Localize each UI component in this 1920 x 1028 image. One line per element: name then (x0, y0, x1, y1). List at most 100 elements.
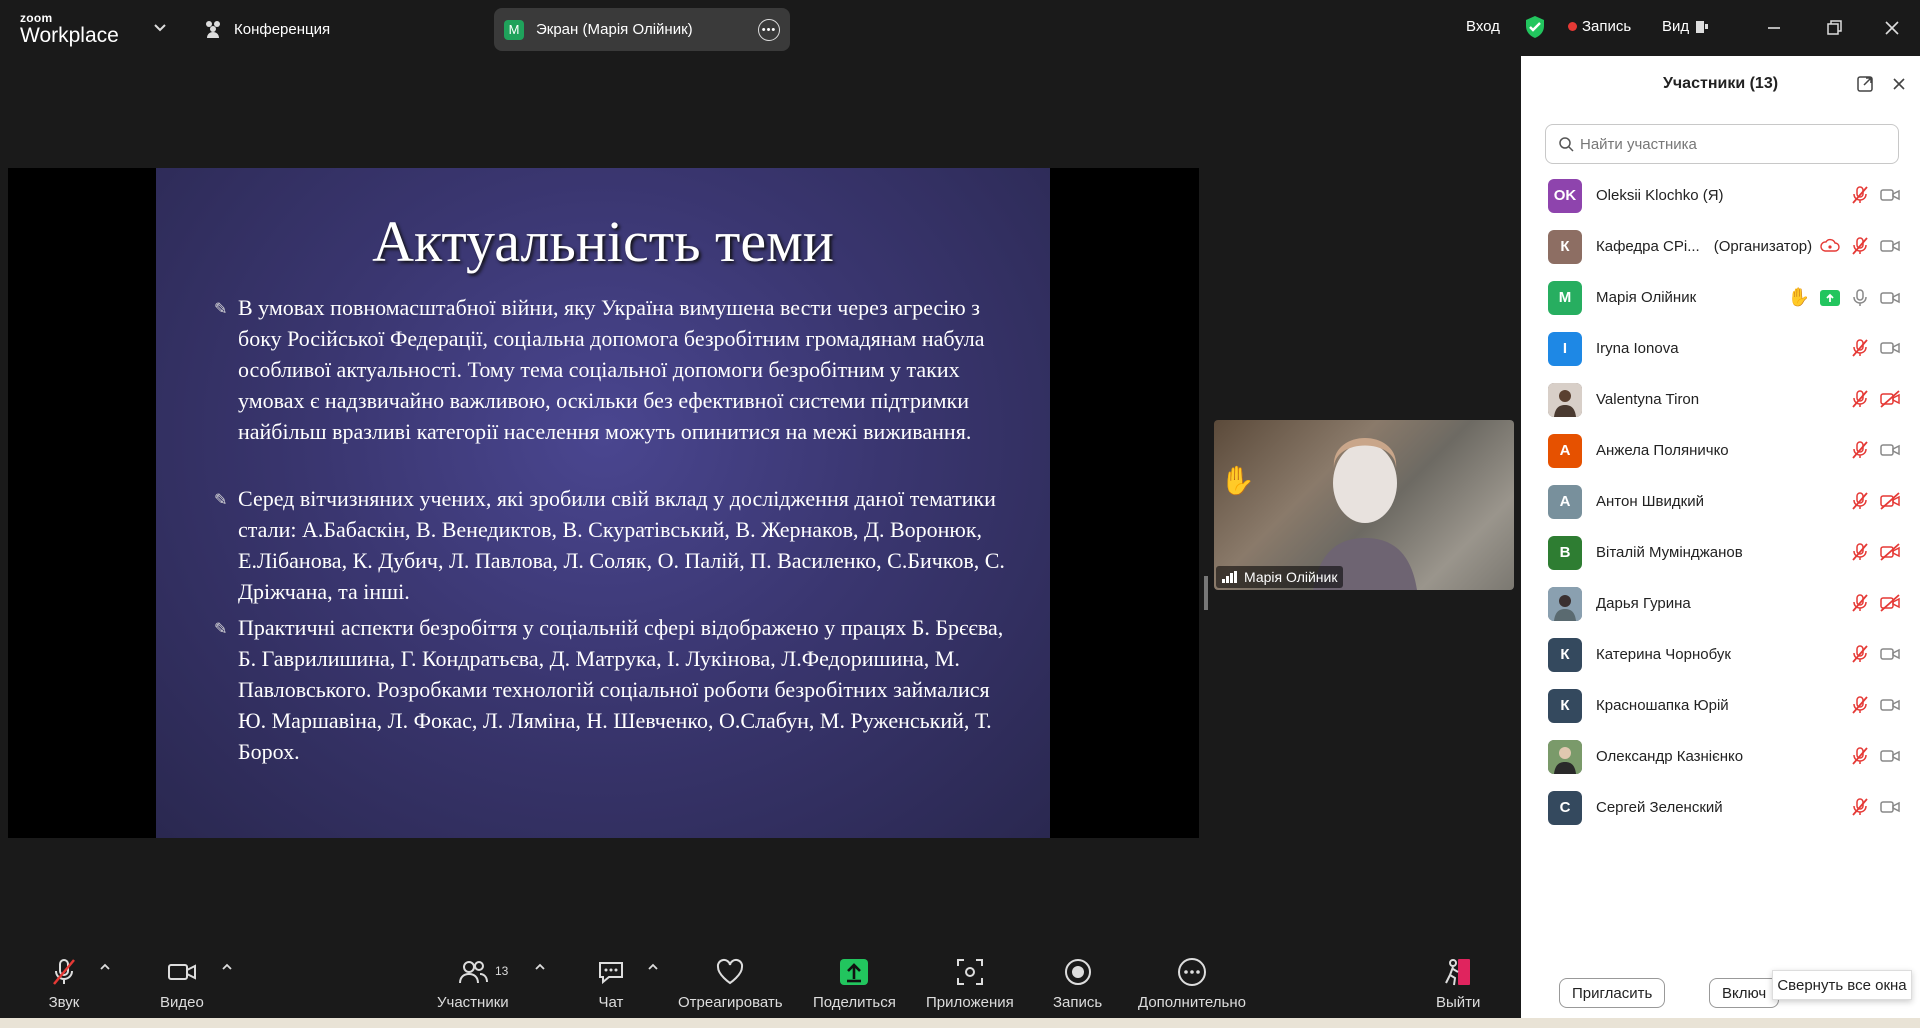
mic-muted-icon[interactable] (1850, 389, 1870, 409)
chat-options-caret-icon[interactable] (646, 960, 660, 974)
leave-button[interactable]: Выйти (1436, 956, 1480, 1011)
participant-search[interactable] (1545, 124, 1899, 164)
video-options-caret-icon[interactable] (220, 960, 234, 974)
mic-muted-icon[interactable] (1850, 797, 1870, 817)
participant-status-icons (1850, 644, 1900, 664)
unmute-all-button[interactable]: Включ (1709, 978, 1779, 1008)
close-window-icon[interactable] (1880, 16, 1904, 40)
react-button[interactable]: Отреагировать (678, 956, 783, 1011)
participant-name: Oleksii Klochko (Я) (1596, 187, 1724, 204)
participant-name: Марія Олійник (1596, 289, 1697, 306)
search-icon (1559, 137, 1574, 152)
video-on-icon[interactable] (1880, 797, 1900, 817)
logo-bottom-text: Workplace (20, 24, 119, 47)
participant-status-icons (1850, 593, 1900, 613)
video-off-icon[interactable] (1880, 491, 1900, 511)
screen-share-tab[interactable]: M Экран (Марія Олійник) ••• (494, 8, 790, 51)
participant-row[interactable]: Дарья Гурина (1521, 578, 1920, 629)
video-on-icon[interactable] (1880, 236, 1900, 256)
mic-muted-icon[interactable] (1850, 338, 1870, 358)
video-on-icon[interactable] (1880, 440, 1900, 460)
bullet-marker-icon: ✎ (214, 301, 228, 318)
meeting-info[interactable]: Конференция (202, 18, 330, 40)
mic-muted-icon[interactable] (1850, 695, 1870, 715)
participant-name: Кафедра СРі... (1596, 238, 1700, 255)
more-button[interactable]: Дополнительно (1138, 956, 1246, 1011)
mic-muted-icon[interactable] (1850, 542, 1870, 562)
participant-row[interactable]: В Віталій Мумінджанов (1521, 527, 1920, 578)
mic-muted-icon (53, 959, 75, 985)
participant-row[interactable]: Valentyna Tiron (1521, 374, 1920, 425)
chat-icon (599, 962, 623, 985)
video-on-icon[interactable] (1880, 288, 1900, 308)
minimize-icon[interactable] (1762, 16, 1786, 40)
resize-handle[interactable] (1204, 576, 1208, 610)
video-on-icon[interactable] (1880, 338, 1900, 358)
mic-muted-icon[interactable] (1850, 746, 1870, 766)
video-on-icon[interactable] (1880, 185, 1900, 205)
participant-row[interactable]: А Антон Швидкий (1521, 476, 1920, 527)
participant-status-icons (1850, 389, 1900, 409)
close-panel-icon[interactable] (1889, 74, 1909, 94)
participant-status-icons (1850, 491, 1900, 511)
participant-status-icons (1850, 695, 1900, 715)
video-button[interactable]: Видео (160, 956, 204, 1011)
video-on-icon[interactable] (1880, 695, 1900, 715)
video-on-icon[interactable] (1880, 644, 1900, 664)
audio-button[interactable]: Звук (48, 956, 80, 1011)
mic-muted-icon[interactable] (1850, 593, 1870, 613)
login-button[interactable]: Вход (1466, 18, 1500, 35)
participant-row[interactable]: Олександр Казнієнко (1521, 731, 1920, 782)
participant-row[interactable]: А Анжела Поляничко (1521, 425, 1920, 476)
chevron-down-icon[interactable] (152, 20, 168, 36)
participant-name: Антон Швидкий (1596, 493, 1704, 510)
mic-muted-icon[interactable] (1850, 185, 1870, 205)
participants-icon (458, 961, 488, 984)
record-button[interactable]: Запись (1053, 956, 1102, 1011)
more-options-icon[interactable]: ••• (758, 18, 780, 41)
video-on-icon[interactable] (1880, 746, 1900, 766)
mic-muted-icon[interactable] (1850, 491, 1870, 511)
mic-muted-icon[interactable] (1850, 644, 1870, 664)
restore-icon[interactable] (1822, 16, 1846, 40)
react-label: Отреагировать (678, 994, 783, 1011)
bullet-text: Серед вітчизняних учених, які зробили св… (238, 486, 1005, 604)
more-icon (1177, 958, 1206, 986)
recording-indicator[interactable]: Запись (1568, 18, 1631, 35)
leave-label: Выйти (1436, 994, 1481, 1011)
participants-options-caret-icon[interactable] (533, 960, 547, 974)
participant-name: Сергей Зеленский (1596, 799, 1723, 816)
record-icon (1064, 959, 1091, 985)
video-off-icon[interactable] (1880, 542, 1900, 562)
invite-button[interactable]: Пригласить (1559, 978, 1666, 1008)
mic-muted-icon[interactable] (1850, 440, 1870, 460)
participant-row[interactable]: OK Oleksii Klochko (Я) (1521, 170, 1920, 221)
avatar-photo (1548, 382, 1582, 417)
participant-row[interactable]: M Марія Олійник ✋ (1521, 272, 1920, 323)
chat-button[interactable]: Чат (595, 956, 627, 1011)
apps-button[interactable]: Приложения (926, 956, 1014, 1011)
video-off-icon[interactable] (1880, 389, 1900, 409)
view-button[interactable]: Вид (1662, 18, 1709, 35)
search-input[interactable] (1580, 135, 1880, 153)
participant-row[interactable]: К Красношапка Юрій (1521, 680, 1920, 731)
participant-row[interactable]: I Iryna Ionova (1521, 323, 1920, 374)
share-button[interactable]: Поделиться (813, 956, 896, 1011)
participant-status-icons: ✋ (1788, 287, 1900, 308)
avatar: I (1548, 331, 1582, 366)
mic-on-icon[interactable] (1850, 288, 1870, 308)
participants-label: Участники (437, 994, 509, 1011)
pop-out-icon[interactable] (1855, 74, 1875, 94)
avatar: OK (1548, 178, 1582, 213)
audio-options-caret-icon[interactable] (98, 960, 112, 974)
participant-status-icons (1850, 440, 1900, 460)
meeting-toolbar: Звук Видео Участники 13 Чат Отреагироват… (0, 946, 1520, 1018)
apps-label: Приложения (926, 994, 1014, 1011)
video-off-icon[interactable] (1880, 593, 1900, 613)
mic-muted-icon[interactable] (1850, 236, 1870, 256)
participant-row[interactable]: К Кафедра СРі... (Организатор) (1521, 221, 1920, 272)
shield-check-icon[interactable] (1524, 15, 1546, 39)
participant-row[interactable]: С Сергей Зеленский (1521, 782, 1920, 833)
participant-video-tile[interactable]: ✋ Марія Олійник (1214, 420, 1514, 590)
participant-row[interactable]: К Катерина Чорнобук (1521, 629, 1920, 680)
